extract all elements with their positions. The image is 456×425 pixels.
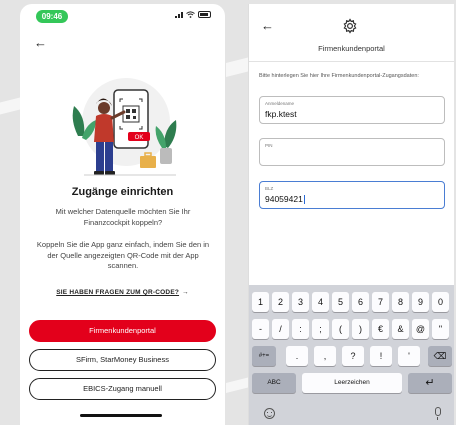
blz-value-wrap[interactable]: 94059421 (265, 194, 305, 205)
qr-help-link[interactable]: SIE HABEN FRAGEN ZUM QR-CODE? → (20, 289, 225, 296)
username-value[interactable]: fkp.ktest (265, 109, 297, 119)
key[interactable]: " (432, 319, 449, 339)
blz-field[interactable]: BLZ 94059421 (259, 181, 445, 209)
key[interactable]: & (392, 319, 409, 339)
backspace-icon[interactable]: ⌫ (428, 346, 452, 366)
microphone-icon[interactable] (435, 407, 441, 420)
pin-label: PIN (265, 143, 273, 148)
text-caret (303, 195, 305, 205)
key[interactable]: ' (398, 346, 420, 366)
blz-value[interactable]: 94059421 (265, 194, 303, 204)
key[interactable]: 5 (332, 292, 349, 312)
emoji-icon[interactable] (264, 408, 275, 419)
description: Koppeln Sie die App ganz einfach, indem … (36, 240, 210, 270)
blz-label: BLZ (265, 186, 274, 191)
key[interactable]: 2 (272, 292, 289, 312)
key[interactable]: . (286, 346, 308, 366)
keyboard-row-bottom: ABC Leerzeichen ↵ (252, 373, 452, 393)
key[interactable]: 8 (392, 292, 409, 312)
keyboard-row-symbols: - / : ; ( ) € & @ " (252, 319, 452, 339)
key[interactable]: ) (352, 319, 369, 339)
key[interactable]: ; (312, 319, 329, 339)
arrow-right-icon: → (182, 289, 189, 296)
abc-key[interactable]: ABC (252, 373, 296, 393)
gear-icon (343, 18, 357, 34)
background-stripe (226, 57, 250, 77)
sfirm-starmoney-button[interactable]: SFirm, StarMoney Business (29, 349, 216, 371)
home-indicator[interactable] (80, 414, 162, 417)
key[interactable]: 1 (252, 292, 269, 312)
key[interactable]: ? (342, 346, 364, 366)
status-time: 09:46 (36, 10, 68, 23)
back-arrow-icon[interactable]: ← (261, 19, 274, 32)
keyboard-row-digits: 1 2 3 4 5 6 7 8 9 0 (252, 292, 452, 312)
wifi-icon (186, 11, 195, 18)
background-stripe (0, 97, 20, 115)
page-title: Firmenkundenportal (318, 44, 385, 53)
qr-help-link-text[interactable]: SIE HABEN FRAGEN ZUM QR-CODE? (56, 289, 179, 296)
background-stripe (226, 377, 250, 393)
signal-icon (175, 11, 183, 18)
key[interactable]: : (292, 319, 309, 339)
page-title: Zugänge einrichten (71, 186, 174, 198)
status-icons (175, 11, 211, 18)
ok-badge-text: OK (135, 135, 144, 141)
firmenkundenportal-button[interactable]: Firmenkundenportal (29, 320, 216, 342)
ebics-manual-button[interactable]: EBICS-Zugang manuell (29, 378, 216, 400)
key[interactable]: 4 (312, 292, 329, 312)
onboarding-screen: 09:46 ← OK Zugänge einrichten Mit welche… (20, 4, 225, 425)
back-arrow-icon[interactable]: ← (34, 36, 47, 49)
username-field[interactable]: Anmeldename fkp.ktest (259, 96, 445, 124)
key[interactable]: 7 (372, 292, 389, 312)
subtitle: Mit welcher Datenquelle möchten Sie Ihr … (55, 207, 191, 227)
key[interactable]: - (252, 319, 269, 339)
key[interactable]: ( (332, 319, 349, 339)
numeric-keyboard: 1 2 3 4 5 6 7 8 9 0 - / : ; ( ) € & @ " … (249, 285, 454, 425)
key[interactable]: 6 (352, 292, 369, 312)
key[interactable]: € (372, 319, 389, 339)
pin-field[interactable]: PIN (259, 138, 445, 166)
return-key[interactable]: ↵ (408, 373, 452, 393)
key[interactable]: 3 (292, 292, 309, 312)
symbols-toggle-key[interactable]: #+= (252, 346, 276, 366)
battery-icon (198, 11, 211, 18)
key[interactable]: ! (370, 346, 392, 366)
key[interactable]: 9 (412, 292, 429, 312)
key[interactable]: / (272, 319, 289, 339)
instruction-text: Bitte hinterlegen Sie hier Ihre Firmenku… (259, 73, 419, 79)
divider (249, 61, 454, 62)
key[interactable]: , (314, 346, 336, 366)
credentials-screen: ← Firmenkundenportal Bitte hinterlegen S… (248, 4, 454, 425)
qr-scan-illustration: OK (72, 78, 177, 176)
username-label: Anmeldename (265, 101, 295, 106)
space-key[interactable]: Leerzeichen (302, 373, 402, 393)
status-bar: 09:46 (20, 4, 225, 26)
keyboard-row-punct: #+= . , ? ! ' ⌫ (252, 346, 452, 366)
key[interactable]: @ (412, 319, 429, 339)
key[interactable]: 0 (432, 292, 449, 312)
